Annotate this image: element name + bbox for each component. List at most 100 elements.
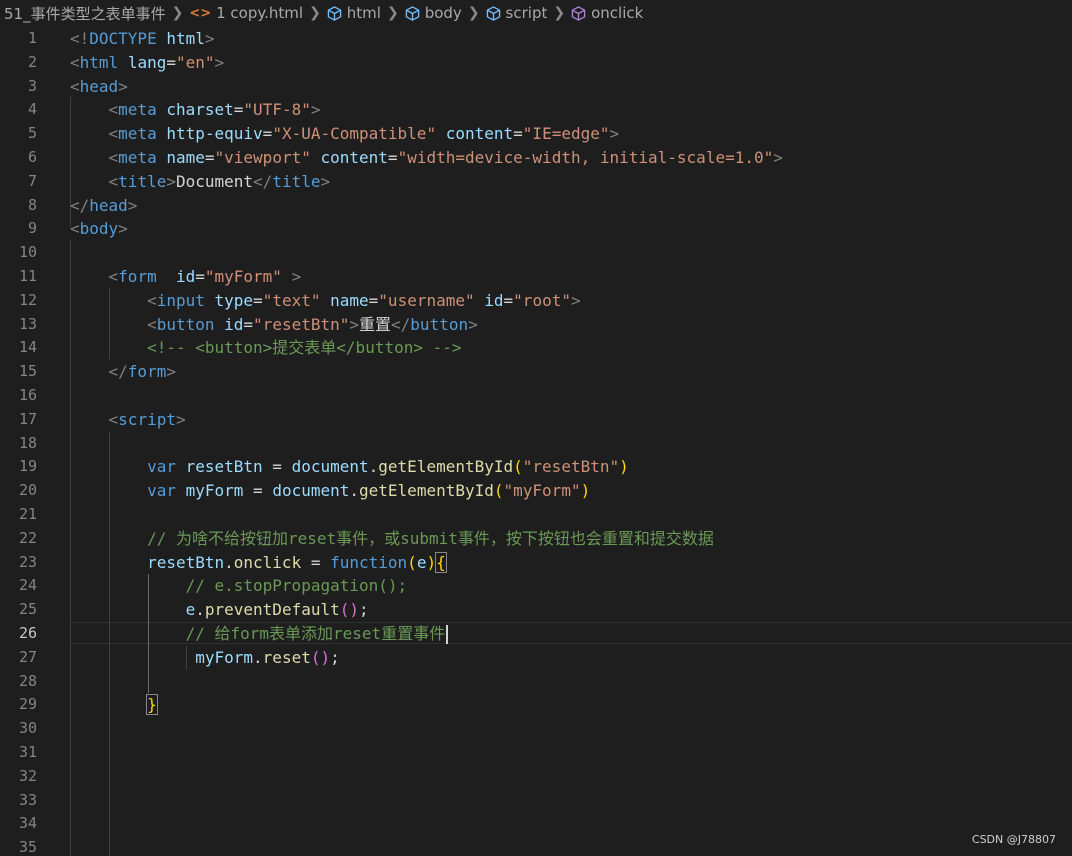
code-token: >: [175, 409, 186, 429]
code-token: lang: [127, 52, 167, 72]
breadcrumb-symbol-body[interactable]: body: [405, 4, 462, 22]
code-token: =: [233, 100, 244, 120]
cube-symbol-icon: [405, 5, 420, 21]
text-cursor: [446, 625, 449, 644]
code-token: "root": [513, 290, 571, 310]
code-text: <button id="resetBtn">重置</button>: [70, 313, 478, 337]
code-line[interactable]: 15 </form>: [0, 360, 1072, 384]
code-editor[interactable]: 1 <!DOCTYPE html> 2 <html lang="en"> 3 <head>…: [0, 26, 1072, 856]
line-number: 28: [18, 671, 37, 690]
line-number: 1: [27, 29, 37, 47]
code-line[interactable]: 20 var myForm = document.getElementById(…: [0, 479, 1072, 503]
code-token: "resetBtn": [522, 457, 620, 477]
code-token: meta: [118, 100, 157, 120]
code-text: // e.stopPropagation();: [70, 574, 408, 598]
code-line[interactable]: 21: [0, 503, 1072, 527]
code-text: </head>: [70, 194, 137, 218]
code-line[interactable]: 4 <meta charset="UTF-8">: [0, 98, 1072, 122]
breadcrumb-file[interactable]: <> 1 copy.html: [189, 4, 303, 22]
code-line[interactable]: 8 </head>: [0, 194, 1072, 218]
code-token: charset: [166, 100, 234, 120]
code-token: form: [118, 267, 157, 286]
code-line[interactable]: 7 <title>Document</title>: [0, 170, 1072, 194]
breadcrumb-symbol-script[interactable]: script: [486, 4, 547, 22]
code-token: <: [147, 290, 157, 310]
code-line[interactable]: 34: [0, 812, 1072, 836]
code-token: =: [243, 314, 254, 334]
code-line[interactable]: 32: [0, 765, 1072, 789]
code-line[interactable]: 35: [0, 836, 1072, 856]
code-token: var: [147, 481, 176, 501]
line-number: 7: [27, 171, 37, 190]
line-number: 14: [18, 338, 37, 357]
code-line[interactable]: 22 // 为啥不给按钮加reset事件，或submit事件，按下按钮也会重置和…: [0, 527, 1072, 551]
code-text: }: [70, 693, 158, 717]
code-line[interactable]: 5 <meta http-equiv="X-UA-Compatible" con…: [0, 122, 1072, 146]
code-text: <meta http-equiv="X-UA-Compatible" conte…: [70, 122, 620, 146]
code-line[interactable]: 25 e.preventDefault();: [0, 598, 1072, 622]
code-text: <meta charset="UTF-8">: [70, 98, 321, 122]
code-line[interactable]: 14 <!-- <button>提交表单</button> -->: [0, 336, 1072, 360]
code-token: >: [773, 148, 783, 167]
breadcrumb-folder[interactable]: 51_事件类型之表单事件: [4, 3, 166, 24]
code-line[interactable]: 31: [0, 741, 1072, 765]
line-number: 29: [18, 695, 37, 714]
code-token: >: [320, 171, 331, 191]
code-line[interactable]: 18: [0, 432, 1072, 456]
code-text: <input type="text" name="username" id="r…: [70, 289, 581, 313]
code-token: <!-- <button>提交表单</button> -->: [147, 338, 462, 358]
code-line[interactable]: 28: [0, 670, 1072, 694]
code-line[interactable]: 2 <html lang="en">: [0, 51, 1072, 75]
code-token: // 给form表单添加reset重置事件: [185, 624, 446, 643]
code-line[interactable]: 11 <form id="myForm" >: [0, 265, 1072, 289]
code-line[interactable]: 12 <input type="text" name="username" id…: [0, 289, 1072, 313]
code-token: =: [253, 290, 263, 310]
code-line[interactable]: 27 myForm.reset();: [0, 646, 1072, 670]
line-number: 34: [18, 814, 37, 833]
code-token: =: [301, 552, 331, 572]
code-line[interactable]: 9 <body>: [0, 217, 1072, 241]
code-line[interactable]: 24 // e.stopPropagation();: [0, 574, 1072, 598]
code-token: form: [127, 362, 167, 382]
code-line[interactable]: 13 <button id="resetBtn">重置</button>: [0, 313, 1072, 337]
breadcrumb-symbol-html[interactable]: html: [327, 4, 381, 22]
code-line[interactable]: 23 resetBtn.onclick = function(e){: [0, 551, 1072, 575]
code-line[interactable]: 6 <meta name="viewport" content="width=d…: [0, 146, 1072, 170]
code-token: <: [70, 76, 80, 96]
code-line[interactable]: 3 <head>: [0, 75, 1072, 99]
code-token: <!: [70, 29, 90, 48]
code-token: // 为啥不给按钮加reset事件，或submit事件，按下按钮也会重置和提交数…: [147, 528, 714, 548]
code-token: ;: [330, 647, 340, 667]
code-line[interactable]: 29 }: [0, 693, 1072, 717]
code-line[interactable]: 17 <script>: [0, 408, 1072, 432]
line-number: 10: [18, 243, 37, 262]
code-token: >: [118, 76, 128, 96]
code-line[interactable]: 16: [0, 384, 1072, 408]
code-token: type: [214, 290, 254, 310]
code-line[interactable]: 1 <!DOCTYPE html>: [0, 27, 1072, 51]
code-line[interactable]: 33: [0, 789, 1072, 813]
line-number: 4: [27, 100, 37, 119]
code-line[interactable]: 26 // 给form表单添加reset重置事件: [0, 622, 1072, 646]
code-token: =: [262, 457, 292, 477]
code-token: "IE=edge": [522, 124, 610, 144]
code-token: meta: [118, 148, 157, 167]
code-token: =: [368, 290, 379, 310]
breadcrumb-symbol-onclick[interactable]: onclick: [571, 4, 643, 22]
code-token: ): [426, 552, 437, 572]
line-number: 8: [27, 195, 37, 214]
code-token: preventDefault: [204, 600, 340, 620]
code-line[interactable]: 30: [0, 717, 1072, 741]
code-line[interactable]: 19 var resetBtn = document.getElementByI…: [0, 455, 1072, 479]
code-line[interactable]: 10: [0, 241, 1072, 265]
